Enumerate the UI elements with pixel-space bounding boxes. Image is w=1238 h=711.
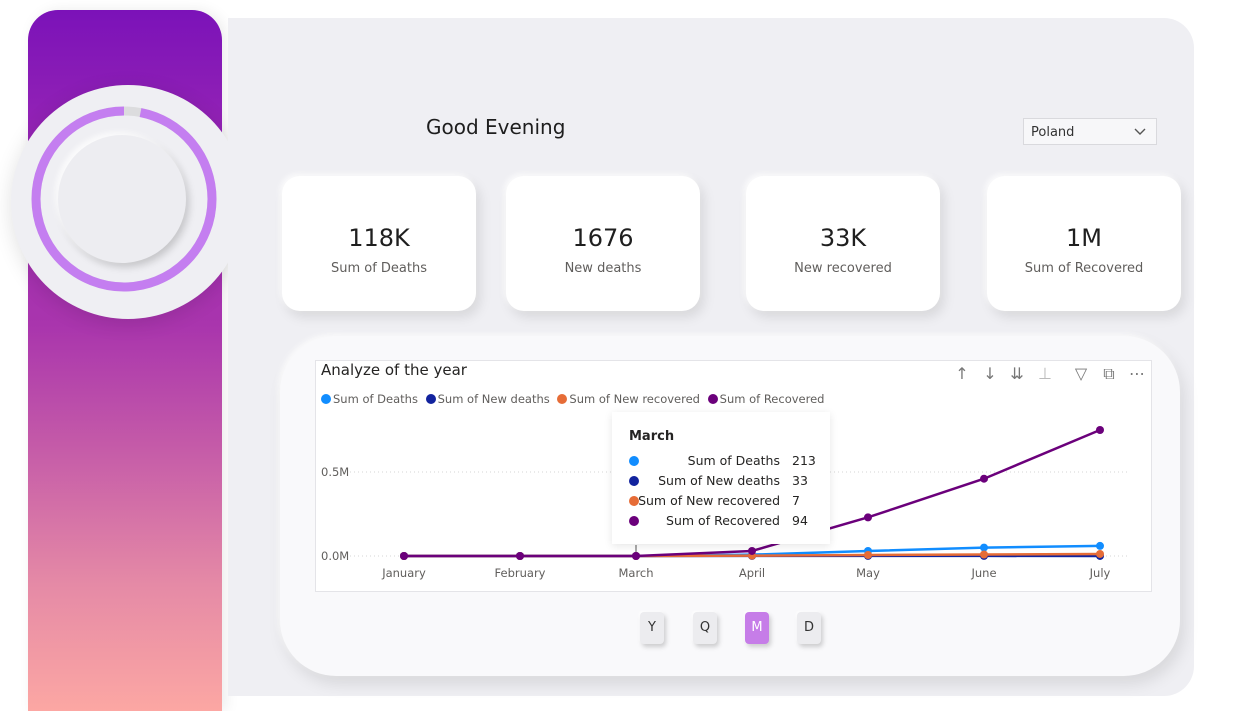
data-point xyxy=(1096,541,1104,550)
tooltip-row: Sum of Recovered 94 xyxy=(612,512,830,532)
data-point xyxy=(1096,549,1104,558)
tooltip-value: 94 xyxy=(792,513,808,528)
data-point xyxy=(748,546,756,555)
tooltip-marker xyxy=(629,456,639,466)
data-point xyxy=(516,552,524,560)
data-point xyxy=(864,550,872,559)
data-point xyxy=(980,543,988,552)
data-point xyxy=(980,550,988,559)
x-tick-label: January xyxy=(381,566,426,580)
tooltip-row: Sum of Deaths 213 xyxy=(612,452,830,472)
granularity-year-button[interactable]: Y xyxy=(640,612,664,644)
x-tick-label: February xyxy=(495,566,546,580)
tooltip-value: 33 xyxy=(792,473,808,488)
x-tick-label: April xyxy=(739,566,765,580)
x-tick-label: July xyxy=(1089,566,1111,580)
data-point xyxy=(1096,426,1104,434)
tooltip-title: March xyxy=(629,429,675,444)
tooltip-value: 213 xyxy=(792,453,816,468)
tooltip-row: Sum of New deaths 33 xyxy=(612,472,830,492)
tooltip-marker xyxy=(629,476,639,486)
chart-tooltip: March Sum of Deaths 213 Sum of New death… xyxy=(612,412,830,544)
tooltip-marker xyxy=(629,516,639,526)
tooltip-series-name: Sum of New deaths xyxy=(658,473,780,488)
y-tick-label: 0.5M xyxy=(321,465,349,479)
granularity-quarter-button[interactable]: Q xyxy=(693,612,717,644)
granularity-day-button[interactable]: D xyxy=(797,612,821,644)
line-chart-svg: 0.0M 0.5M January February March April May June… xyxy=(321,426,1130,580)
x-tick-label: May xyxy=(856,566,880,580)
granularity-month-button[interactable]: M xyxy=(745,612,769,644)
data-point xyxy=(864,513,872,522)
x-tick-label: March xyxy=(618,566,653,580)
x-tick-label: June xyxy=(970,566,996,580)
tooltip-value: 7 xyxy=(792,493,800,508)
tooltip-series-name: Sum of Deaths xyxy=(687,453,780,468)
tooltip-series-name: Sum of Recovered xyxy=(666,513,780,528)
data-point xyxy=(400,552,408,560)
tooltip-row: Sum of New recovered 7 xyxy=(612,492,830,512)
y-tick-label: 0.0M xyxy=(321,549,349,563)
data-point xyxy=(980,474,988,483)
tooltip-series-name: Sum of New recovered xyxy=(638,493,780,508)
data-point xyxy=(632,551,640,560)
